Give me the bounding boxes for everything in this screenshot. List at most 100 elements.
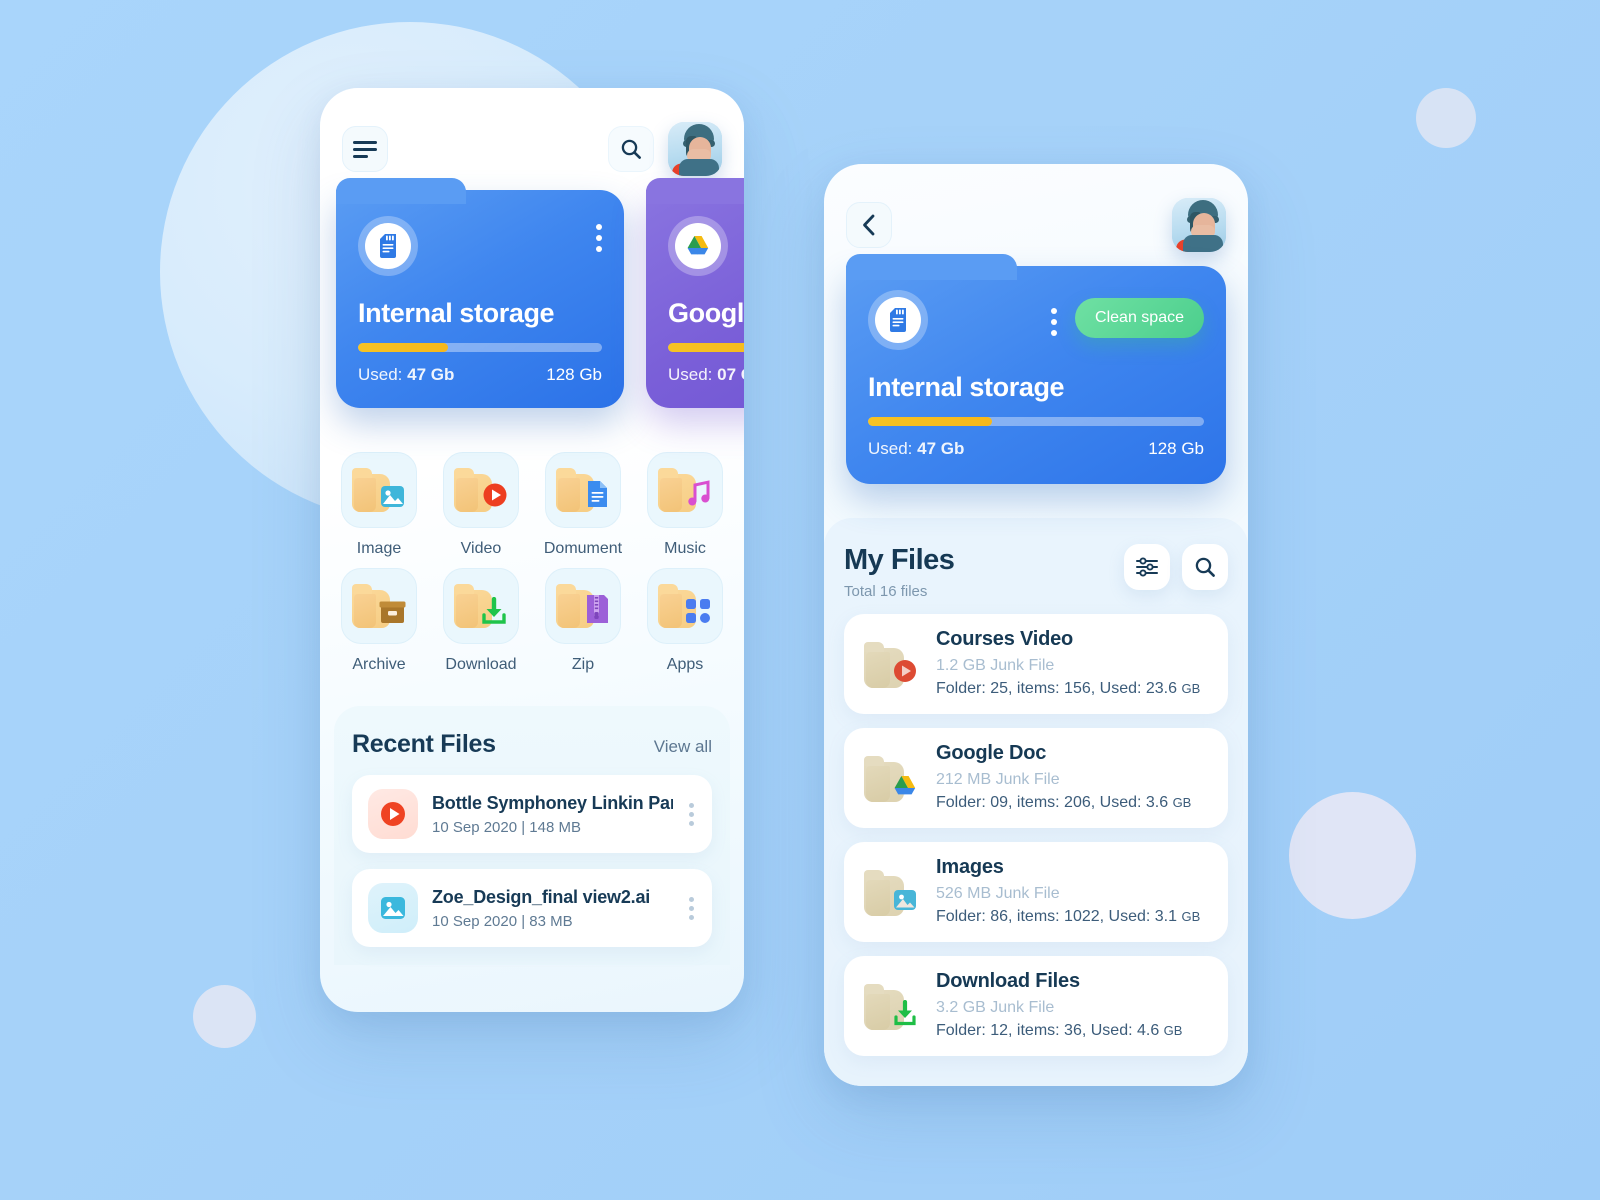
google-drive-icon: [687, 236, 709, 255]
sliders-icon: [1136, 557, 1158, 577]
row-title: Google Doc: [936, 742, 1047, 764]
category-document[interactable]: Domument: [538, 452, 628, 558]
file-thumbnail: [368, 883, 418, 933]
avatar[interactable]: [668, 122, 722, 176]
row-stats: Folder: 25, items: 156, Used: 23.6 GB: [936, 680, 1210, 698]
table-row[interactable]: Google Doc 212 MB Junk File Folder: 09, …: [844, 728, 1228, 828]
category-label: Video: [460, 540, 502, 557]
folder-document-icon: [556, 468, 610, 512]
list-item[interactable]: Bottle Symphoney Linkin Park 10 Sep 2020…: [352, 775, 712, 853]
my-files-actions: [1124, 544, 1228, 590]
row-title: Courses Video: [936, 628, 1074, 650]
row-stats: Folder: 86, items: 1022, Used: 3.1 GB: [936, 908, 1210, 926]
row-stats: Folder: 09, items: 206, Used: 3.6 GB: [936, 794, 1210, 812]
row-stats-text: Folder: 86, items: 1022, Used: 3.1: [936, 908, 1182, 925]
search-button[interactable]: [608, 126, 654, 172]
used-label: Used:: [868, 439, 913, 458]
total-value: 128 Gb: [1148, 439, 1204, 458]
row-stats-text: Folder: 25, items: 156, Used: 23.6: [936, 680, 1182, 697]
row-stats-unit: GB: [1172, 795, 1192, 810]
storage-card-title: Internal storage: [358, 298, 555, 328]
folder-download-icon: [454, 584, 508, 628]
my-files-titles: My Files Total 16 files: [844, 544, 955, 600]
table-row[interactable]: Download Files 3.2 GB Junk File Folder: …: [844, 956, 1228, 1056]
row-info: Google Doc 212 MB Junk File Folder: 09, …: [936, 742, 1210, 812]
storage-progress-bar: [358, 343, 602, 352]
category-video[interactable]: Video: [436, 452, 526, 558]
row-menu-button[interactable]: [687, 896, 696, 920]
avatar[interactable]: [1172, 198, 1226, 252]
recent-files-panel: Recent Files View all Bottle Symphoney L…: [334, 706, 730, 965]
category-tile: [341, 452, 417, 528]
card-menu-button[interactable]: [596, 216, 602, 252]
category-zip[interactable]: Zip: [538, 568, 628, 674]
category-archive[interactable]: Archive: [334, 568, 424, 674]
row-info: Courses Video 1.2 GB Junk File Folder: 2…: [936, 628, 1210, 698]
chevron-left-icon: [863, 214, 875, 236]
category-label: Image: [356, 540, 402, 557]
list-item[interactable]: Zoe_Design_final view2.ai 10 Sep 2020 | …: [352, 869, 712, 947]
category-tile: [647, 568, 723, 644]
category-label: Download: [445, 656, 517, 673]
row-stats: Folder: 12, items: 36, Used: 4.6 GB: [936, 1022, 1210, 1040]
storage-card-footer: Used: 47 Gb 128 Gb: [358, 365, 602, 385]
file-name: Bottle Symphoney Linkin Park: [432, 792, 673, 813]
category-download[interactable]: Download: [436, 568, 526, 674]
table-row[interactable]: Courses Video 1.2 GB Junk File Folder: 2…: [844, 614, 1228, 714]
filter-button[interactable]: [1124, 544, 1170, 590]
file-thumbnail: [368, 789, 418, 839]
file-meta-text: 10 Sep 2020 | 148 MB: [432, 818, 582, 836]
storage-card-title: Google Drive: [668, 298, 744, 328]
folder-video-icon: [454, 468, 508, 512]
phone-screen-files: Clean space Internal storage Used: 47 Gb…: [824, 164, 1248, 1086]
storage-cards-carousel[interactable]: Internal storage Used: 47 Gb 128 Gb Goog…: [320, 178, 744, 408]
total-value: 128 Gb: [546, 365, 602, 384]
sd-card-icon: [890, 308, 906, 332]
search-icon: [1195, 557, 1215, 577]
page-title: My Files: [844, 544, 955, 576]
gdrive-icon-badge: [668, 216, 728, 276]
row-info: Download Files 3.2 GB Junk File Folder: …: [936, 970, 1210, 1040]
file-info: Bottle Symphoney Linkin Park 10 Sep 2020…: [432, 793, 673, 836]
storage-card-wrapper: Clean space Internal storage Used: 47 Gb…: [824, 254, 1248, 484]
card-menu-button[interactable]: [1051, 300, 1058, 336]
menu-button[interactable]: [342, 126, 388, 172]
storage-card-internal[interactable]: Clean space Internal storage Used: 47 Gb…: [846, 254, 1226, 484]
background-canvas: [0, 0, 1600, 1200]
category-tile: [443, 568, 519, 644]
home-topbar: [320, 88, 744, 184]
storage-icon-badge: [868, 290, 928, 350]
category-tile: [545, 568, 621, 644]
page-title: Recent Files: [352, 730, 496, 758]
used-value: 07 Gb: [717, 365, 744, 384]
back-button[interactable]: [846, 202, 892, 248]
category-tile: [443, 452, 519, 528]
card-header: [358, 216, 602, 276]
storage-card-title: Internal storage: [868, 372, 1065, 402]
category-music[interactable]: Music: [640, 452, 730, 558]
row-stats-text: Folder: 09, items: 206, Used: 3.6: [936, 794, 1173, 811]
storage-card-internal[interactable]: Internal storage Used: 47 Gb 128 Gb: [336, 178, 624, 408]
folder-archive-icon: [352, 584, 406, 628]
video-play-icon: [381, 802, 405, 826]
table-row[interactable]: Images 526 MB Junk File Folder: 86, item…: [844, 842, 1228, 942]
row-junk-size: 526 MB Junk File: [936, 885, 1060, 902]
search-icon: [621, 139, 641, 159]
clean-space-button[interactable]: Clean space: [1075, 298, 1204, 338]
folder-zip-icon: [556, 584, 610, 628]
row-menu-button[interactable]: [687, 802, 696, 826]
folder-image-icon: [862, 866, 920, 916]
decor-circle-right: [1289, 792, 1416, 919]
search-button[interactable]: [1182, 544, 1228, 590]
storage-progress-bar: [668, 343, 744, 352]
row-stats-unit: GB: [1181, 681, 1201, 696]
home-topbar-actions: [608, 122, 722, 176]
category-apps[interactable]: Apps: [640, 568, 730, 674]
storage-card-google-drive[interactable]: Google Drive Used: 07 Gb 15 Gb: [646, 178, 744, 408]
card-header: [668, 216, 744, 276]
storage-card-footer: Used: 47 Gb 128 Gb: [868, 439, 1204, 459]
category-image[interactable]: Image: [334, 452, 424, 558]
total-files-count: Total 16 files: [844, 583, 928, 600]
category-grid: Image Video Domument Music Archive Downl…: [320, 408, 744, 684]
view-all-link[interactable]: View all: [654, 737, 712, 757]
